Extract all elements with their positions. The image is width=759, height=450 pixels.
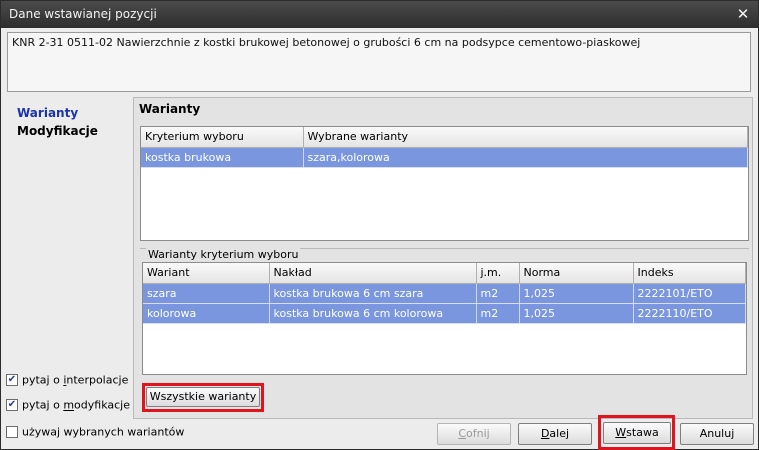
column-header-selected-variants[interactable]: Wybrane warianty [303,127,748,148]
interpolation-checkbox-row[interactable]: ✔ pytaj o interpolacje [6,373,128,387]
title-bar: Dane wstawianej pozycji ✕ [1,1,758,28]
column-header-indeks[interactable]: Indeks [633,263,746,284]
variants-panel: Warianty Kryterium wyboru Wybrane warian… [133,97,753,419]
side-navigation: Warianty Modyfikacje [17,104,127,140]
table-cell: kolorowa [143,303,270,324]
back-button[interactable]: Cofnij [437,423,511,445]
cancel-button[interactable]: Anuluj [680,423,754,445]
interpolation-checkbox[interactable]: ✔ [6,374,18,386]
use-selected-variants-row[interactable]: używaj wybranych wariantów [6,425,184,439]
table-cell: kostka brukowa 6 cm kolorowa [269,303,477,324]
dialog-window: Dane wstawianej pozycji ✕ KNR 2-31 0511-… [0,0,759,450]
next-button[interactable]: Dalej [518,423,592,445]
groupbox-label: Warianty kryterium wyboru [146,248,301,261]
modification-checkbox[interactable]: ✔ [6,399,18,411]
column-header-naklad[interactable]: Nakład [269,263,477,284]
insert-button[interactable]: Wstawa [603,422,671,444]
all-variants-button[interactable]: Wszystkie warianty [146,387,260,407]
nav-item-modyfikacje[interactable]: Modyfikacje [17,122,127,140]
panel-title: Warianty [139,102,201,116]
checkbox-label: używaj wybranych wariantów [22,425,185,439]
column-header-variant[interactable]: Wariant [143,263,270,284]
table-row[interactable]: kostka brukowa szara,kolorowa [141,147,748,168]
table-cell: m2 [476,303,520,324]
checkbox-label: pytaj o interpolacje [22,373,129,387]
criteria-table: Kryterium wyboru Wybrane warianty kostka… [140,126,749,241]
table-row[interactable]: kolorowa kostka brukowa 6 cm kolorowa m2… [143,303,746,324]
window-title: Dane wstawianej pozycji [9,7,157,21]
variants-table: Wariant Nakład j.m. Norma Indeks szara k… [142,262,747,375]
position-description: KNR 2-31 0511-02 Nawierzchnie z kostki b… [7,32,751,92]
table-cell: kostka brukowa [141,147,304,168]
table-cell: 2222110/ETO [633,303,746,324]
table-cell: 2222101/ETO [633,283,746,304]
column-header-criterion[interactable]: Kryterium wyboru [141,127,304,148]
table-row[interactable]: szara kostka brukowa 6 cm szara m2 1,025… [143,283,746,304]
checkbox-label: pytaj o modyfikacje [22,398,130,412]
table-cell: 1,025 [519,303,634,324]
use-selected-variants-checkbox[interactable] [6,426,18,438]
modification-checkbox-row[interactable]: ✔ pytaj o modyfikacje [6,398,130,412]
close-icon[interactable]: ✕ [734,5,752,23]
column-header-norma[interactable]: Norma [519,263,634,284]
column-header-unit[interactable]: j.m. [476,263,520,284]
table-cell: szara [143,283,270,304]
table-cell: kostka brukowa 6 cm szara [269,283,477,304]
table-cell: 1,025 [519,283,634,304]
nav-item-warianty[interactable]: Warianty [17,104,127,122]
table-cell: m2 [476,283,520,304]
table-cell: szara,kolorowa [303,147,748,168]
